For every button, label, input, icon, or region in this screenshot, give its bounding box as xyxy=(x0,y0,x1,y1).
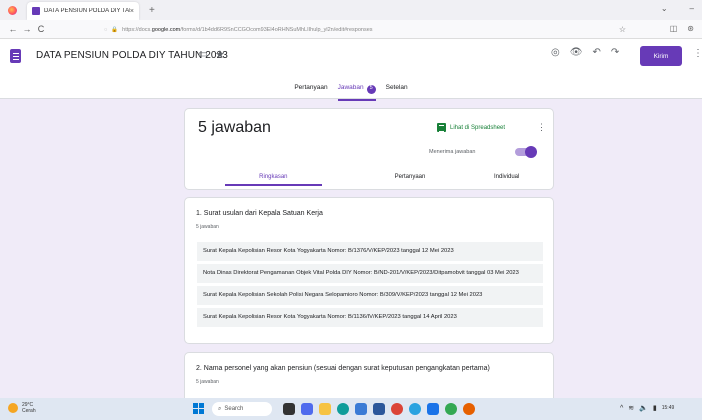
taskbar-apps xyxy=(283,403,475,415)
browser-tab[interactable]: DATA PENSIUN POLDA DIY TAH × xyxy=(27,2,139,20)
minimize-button[interactable]: – xyxy=(690,4,694,13)
responses-count-title: 5 jawaban xyxy=(198,119,271,136)
extensions-icon[interactable]: ⊛ xyxy=(687,24,694,33)
firefox-icon[interactable] xyxy=(463,403,475,415)
forms-favicon-icon xyxy=(32,7,40,15)
bookmark-star-icon[interactable]: ☆ xyxy=(619,25,626,34)
chrome-icon[interactable] xyxy=(445,403,457,415)
tab-responses-label: Jawaban xyxy=(337,84,364,91)
google-forms-icon[interactable] xyxy=(10,49,21,63)
undo-icon[interactable]: ↶ xyxy=(592,47,600,58)
tab-settings[interactable]: Setelan xyxy=(386,84,408,101)
url-prefix: https://docs. xyxy=(122,26,152,33)
form-tabs: Pertanyaan Jawaban 5 Setelan xyxy=(0,84,702,101)
header-actions: ◎ 👁 ↶ ↷ xyxy=(551,47,619,58)
question-title: 1. Surat usulan dari Kepala Satuan Kerja xyxy=(196,210,323,217)
view-in-sheets-button[interactable]: Lihat di Spreadsheet xyxy=(437,123,505,132)
weather-widget[interactable]: 29°C Cerah xyxy=(8,402,36,414)
subtab-individual[interactable]: Individual xyxy=(458,174,555,186)
app-icon[interactable] xyxy=(427,403,439,415)
tab-title: DATA PENSIUN POLDA DIY TAH xyxy=(44,8,130,14)
window-controls: ⌄ – xyxy=(661,4,694,13)
task-view-icon[interactable] xyxy=(283,403,295,415)
response-count-badge: 5 xyxy=(366,85,376,94)
url-domain: google.com xyxy=(151,26,181,33)
tab-responses[interactable]: Jawaban 5 xyxy=(337,84,376,101)
firefox-icon[interactable] xyxy=(8,6,17,15)
file-explorer-icon[interactable] xyxy=(319,403,331,415)
chrome-icon[interactable] xyxy=(391,403,403,415)
battery-icon[interactable]: ▮ xyxy=(653,404,657,412)
more-options-icon[interactable]: ⋮ xyxy=(693,48,702,59)
store-icon[interactable] xyxy=(355,403,367,415)
browser-nav-bar: ← → C ◌ 🔒 https://docs. google.com/forms/… xyxy=(0,20,702,39)
palette-icon[interactable]: ◎ xyxy=(551,47,560,58)
search-icon: ⌕ xyxy=(218,405,222,412)
responses-summary-card: 5 jawaban Lihat di Spreadsheet ⋮ Menerim… xyxy=(184,108,554,190)
preview-eye-icon[interactable]: 👁 xyxy=(570,47,583,58)
question-response-count: 5 jawaban xyxy=(196,224,219,230)
answer-item: Surat Kepala Kepolisian Resor Kota Yogya… xyxy=(197,308,543,327)
app-icon[interactable] xyxy=(373,403,385,415)
shield-icon: ◌ xyxy=(104,26,108,33)
accepting-responses-label: Menerima jawaban xyxy=(429,149,476,155)
volume-icon[interactable]: 🔈 xyxy=(639,404,648,412)
start-button[interactable] xyxy=(193,403,204,414)
taskbar-search[interactable]: ⌕ Search xyxy=(212,402,272,416)
browser-tab-strip: DATA PENSIUN POLDA DIY TAH × + ⌄ – xyxy=(0,0,702,20)
subtab-question[interactable]: Pertanyaan xyxy=(362,174,459,186)
answer-item: Nota Dinas Direktorat Pengamanan Objek V… xyxy=(197,264,543,283)
response-view-tabs: Ringkasan Pertanyaan Individual xyxy=(185,174,555,186)
list-tabs-icon[interactable]: ⌄ xyxy=(661,4,668,13)
question-title: 2. Nama personel yang akan pensiun (sesu… xyxy=(196,365,490,372)
move-to-folder-icon[interactable]: ▭ xyxy=(198,49,207,60)
forms-header: DATA PENSIUN POLDA DIY TAHUN 2023 ▭ ★ ◎ … xyxy=(0,39,702,101)
answer-item: Surat Kepala Kepolisian Sekolah Polisi N… xyxy=(197,286,543,305)
toolbar-right: ◫ ⊛ xyxy=(670,24,694,33)
question-card: 1. Surat usulan dari Kepala Satuan Kerja… xyxy=(184,197,554,344)
clock[interactable]: 15:49 xyxy=(662,405,675,411)
system-tray: ^ ≋ 🔈 ▮ 15:49 xyxy=(620,404,675,413)
redo-icon[interactable]: ↷ xyxy=(611,47,619,58)
responses-more-icon[interactable]: ⋮ xyxy=(537,122,546,133)
weather-desc: Cerah xyxy=(22,408,36,414)
forward-button[interactable]: → xyxy=(20,24,34,34)
lock-icon: 🔒 xyxy=(111,26,119,33)
reload-button[interactable]: C xyxy=(34,24,48,34)
search-placeholder: Search xyxy=(224,406,244,412)
back-button[interactable]: ← xyxy=(6,24,20,34)
url-path: /forms/d/1b4dd6R9SnCCGOcom93El4oRHNSuMhL… xyxy=(180,26,373,33)
new-tab-button[interactable]: + xyxy=(149,5,155,16)
question-response-count: 5 jawaban xyxy=(196,379,219,385)
windows-taskbar: 29°C Cerah ⌕ Search ^ ≋ 🔈 ▮ 15:49 xyxy=(0,398,702,420)
send-button[interactable]: Kirim xyxy=(640,46,682,66)
tab-questions[interactable]: Pertanyaan xyxy=(294,84,327,101)
star-icon[interactable]: ★ xyxy=(215,48,225,61)
wifi-icon[interactable]: ≋ xyxy=(628,404,634,412)
meet-icon[interactable] xyxy=(301,403,313,415)
pocket-icon[interactable]: ◫ xyxy=(670,24,678,33)
question-card: 2. Nama personel yang akan pensiun (sesu… xyxy=(184,352,554,402)
edge-icon[interactable] xyxy=(337,403,349,415)
url-bar[interactable]: ◌ 🔒 https://docs. google.com/forms/d/1b4d… xyxy=(104,22,634,37)
tray-overflow-icon[interactable]: ^ xyxy=(620,405,623,412)
answer-list: Surat Kepala Kepolisian Resor Kota Yogya… xyxy=(197,242,543,327)
tab-close-icon[interactable]: × xyxy=(130,8,134,15)
accepting-responses-toggle[interactable] xyxy=(515,146,537,158)
view-in-sheets-label: Lihat di Spreadsheet xyxy=(450,124,506,131)
subtab-summary[interactable]: Ringkasan xyxy=(225,174,322,186)
telegram-icon[interactable] xyxy=(409,403,421,415)
answer-item: Surat Kepala Kepolisian Resor Kota Yogya… xyxy=(197,242,543,261)
sheets-icon xyxy=(437,123,446,132)
sun-icon xyxy=(8,403,18,413)
